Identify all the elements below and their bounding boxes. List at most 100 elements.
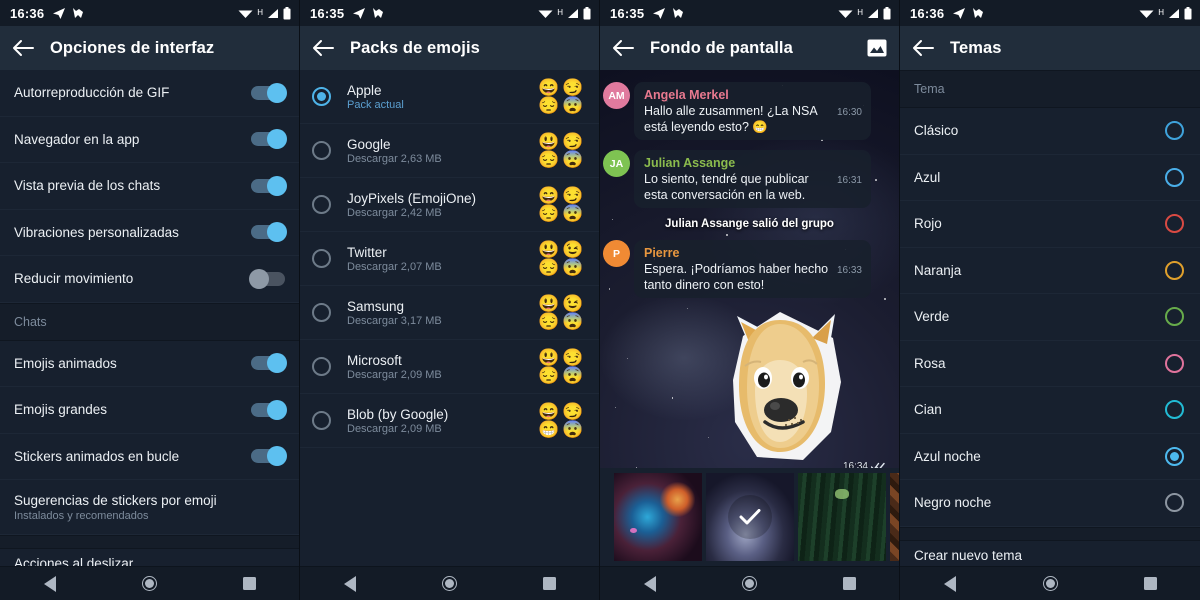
setting-row-animated-emojis[interactable]: Emojis animados (0, 340, 299, 387)
status-system-icons: H (1139, 6, 1192, 20)
emoji-glyph: 😔 (538, 149, 560, 169)
setting-label: Vista previa de los chats (14, 178, 161, 194)
radio-button[interactable] (312, 357, 331, 376)
nav-recents-button[interactable] (526, 569, 572, 599)
toggle-gif-autoplay[interactable] (251, 82, 287, 103)
emoji-pack-row[interactable]: Apple Pack actual 😄 😏 😔 😨 (300, 70, 599, 124)
setting-row-reduce-motion[interactable]: Reducir movimiento (0, 256, 299, 303)
setting-row-swipe-actions[interactable]: Acciones al deslizar (0, 549, 299, 566)
network-type-label: H (857, 8, 863, 17)
nav-home-button[interactable] (126, 569, 172, 599)
nav-back-button[interactable] (627, 569, 673, 599)
wallpaper-thumbnail-strip[interactable] (600, 468, 899, 566)
radio-button[interactable] (312, 303, 331, 322)
status-notification-icons (352, 7, 385, 20)
status-system-icons: H (238, 6, 291, 20)
nav-home-button[interactable] (426, 569, 472, 599)
toggle-loop-stickers[interactable] (251, 446, 287, 467)
theme-label: Naranja (914, 262, 962, 278)
back-button[interactable] (10, 35, 36, 61)
signal-h-icon (1169, 8, 1179, 18)
wallpaper-thumb-nebula[interactable] (614, 473, 702, 561)
gallery-button[interactable] (865, 36, 889, 60)
chat-message: JA Julian Assange 16:31 Lo siento, tendr… (603, 150, 871, 208)
emoji-pack-row[interactable]: Blob (by Google) Descargar 2,09 MB 😄 😏 😁… (300, 394, 599, 448)
emoji-pack-row[interactable]: Samsung Descargar 3,17 MB 😃 😉 😔 😨 (300, 286, 599, 340)
setting-row-in-app-browser[interactable]: Navegador en la app (0, 116, 299, 163)
theme-radio[interactable] (1165, 353, 1184, 373)
theme-radio[interactable] (1165, 121, 1184, 141)
wallpaper-thumb-coffee[interactable] (890, 473, 899, 561)
nav-back-button[interactable] (927, 569, 973, 599)
theme-row-azul-noche[interactable]: Azul noche (900, 433, 1200, 480)
nav-home-button[interactable] (726, 569, 772, 599)
home-nav-icon (741, 576, 757, 591)
radio-button[interactable] (312, 249, 331, 268)
theme-row-verde[interactable]: Verde (900, 294, 1200, 341)
emoji-glyph: 😔 (538, 365, 560, 385)
setting-row-loop-stickers[interactable]: Stickers animados en bucle (0, 433, 299, 480)
nav-back-button[interactable] (27, 569, 73, 599)
wallpaper-thumb-forest[interactable] (798, 473, 886, 561)
emoji-glyph: 😨 (562, 203, 584, 223)
nav-recents-button[interactable] (826, 569, 872, 599)
pack-status: Descargar 2,09 MB (347, 368, 442, 381)
theme-row-cian[interactable]: Cian (900, 387, 1200, 434)
theme-row-clasico[interactable]: Clásico (900, 108, 1200, 155)
theme-row-create-new[interactable]: Crear nuevo tema (900, 540, 1200, 566)
setting-row-custom-vibrations[interactable]: Vibraciones personalizadas (0, 209, 299, 256)
back-button[interactable] (310, 35, 336, 61)
nav-back-button[interactable] (327, 569, 373, 599)
theme-radio[interactable] (1165, 307, 1184, 327)
theme-radio[interactable] (1165, 214, 1184, 234)
emoji-pack-row[interactable]: Google Descargar 2,63 MB 😃 😏 😔 😨 (300, 124, 599, 178)
back-button[interactable] (910, 35, 936, 61)
emoji-pack-row[interactable]: Twitter Descargar 2,07 MB 😃 😉 😔 😨 (300, 232, 599, 286)
wallpaper-thumb-galaxy[interactable] (706, 473, 794, 561)
theme-radio[interactable] (1165, 493, 1184, 513)
setting-label: Autorreproducción de GIF (14, 85, 170, 101)
avatar: JA (603, 150, 630, 177)
theme-radio[interactable] (1165, 260, 1184, 280)
pack-status: Descargar 2,42 MB (347, 206, 442, 219)
status-time: 16:36 (10, 5, 45, 21)
radio-button[interactable] (312, 411, 331, 430)
setting-label: Sugerencias de stickers por emoji (14, 492, 217, 508)
theme-radio[interactable] (1165, 400, 1184, 420)
setting-row-sticker-suggestions[interactable]: Sugerencias de stickers por emoji Instal… (0, 480, 299, 535)
emoji-glyph: 😄 (538, 401, 560, 421)
toggle-chat-preview[interactable] (251, 175, 287, 196)
setting-row-big-emojis[interactable]: Emojis grandes (0, 387, 299, 434)
nav-home-button[interactable] (1027, 569, 1073, 599)
theme-row-azul[interactable]: Azul (900, 154, 1200, 201)
toggle-custom-vibrations[interactable] (251, 222, 287, 243)
theme-row-negro-noche[interactable]: Negro noche (900, 480, 1200, 527)
dog-icon (673, 7, 684, 18)
page-title: Packs de emojis (350, 38, 480, 57)
setting-row-gif-autoplay[interactable]: Autorreproducción de GIF (0, 70, 299, 117)
theme-row-rojo[interactable]: Rojo (900, 201, 1200, 248)
status-bar: 16:36 H (900, 0, 1200, 26)
back-button[interactable] (610, 35, 636, 61)
setting-row-chat-preview[interactable]: Vista previa de los chats (0, 163, 299, 210)
toggle-in-app-browser[interactable] (251, 129, 287, 150)
app-bar: Opciones de interfaz (0, 26, 299, 70)
theme-radio[interactable] (1165, 167, 1184, 187)
toggle-big-emojis[interactable] (251, 399, 287, 420)
nav-recents-button[interactable] (1127, 569, 1173, 599)
pack-status: Descargar 3,17 MB (347, 314, 442, 327)
nav-recents-button[interactable] (226, 569, 272, 599)
theme-row-rosa[interactable]: Rosa (900, 340, 1200, 387)
radio-button[interactable] (312, 141, 331, 160)
emoji-pack-row[interactable]: JoyPixels (EmojiOne) Descargar 2,42 MB 😄… (300, 178, 599, 232)
theme-radio-selected[interactable] (1165, 446, 1184, 466)
emoji-glyph: 😔 (538, 203, 560, 223)
back-nav-icon (43, 575, 56, 592)
radio-button[interactable] (312, 87, 331, 106)
emoji-pack-row[interactable]: Microsoft Descargar 2,09 MB 😃 😏 😔 😨 (300, 340, 599, 394)
emoji-glyph: 😏 (562, 77, 584, 97)
theme-row-naranja[interactable]: Naranja (900, 247, 1200, 294)
radio-button[interactable] (312, 195, 331, 214)
toggle-animated-emojis[interactable] (251, 353, 287, 374)
toggle-reduce-motion[interactable] (249, 268, 285, 289)
